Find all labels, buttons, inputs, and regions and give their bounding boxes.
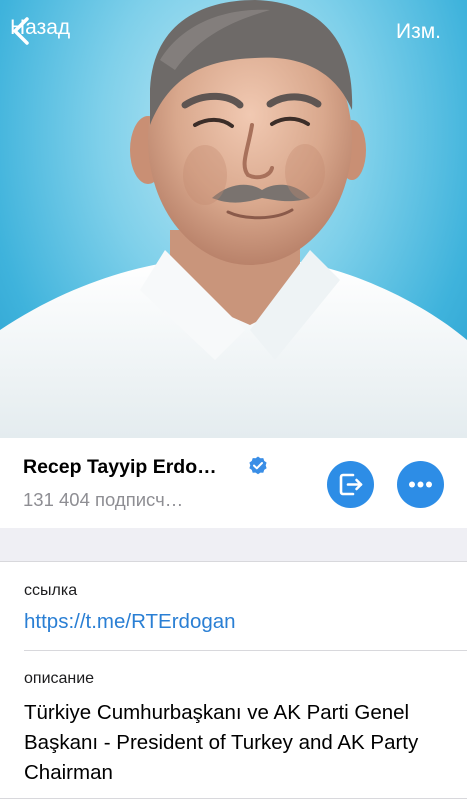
link-label: ссылка: [24, 582, 78, 599]
channel-link[interactable]: https://t.me/RTErdogan: [24, 610, 236, 634]
portrait-photo: [0, 0, 467, 438]
back-button[interactable]: Назад: [10, 16, 70, 45]
section-separator: [0, 528, 467, 562]
verified-badge-icon: [249, 456, 267, 475]
edit-button[interactable]: Изм.: [396, 20, 441, 44]
subscriber-count: 131 404 подписч…: [23, 489, 184, 510]
description-label: описание: [24, 670, 95, 687]
more-icon: [409, 481, 432, 488]
more-options-button[interactable]: [397, 461, 444, 508]
channel-header-photo[interactable]: Назад Изм.: [0, 0, 467, 438]
channel-info-section: ссылка https://t.me/RTErdogan описание T…: [0, 562, 467, 800]
leave-icon: [339, 473, 363, 496]
chevron-left-icon: [13, 17, 29, 45]
divider: [0, 798, 467, 799]
divider: [24, 650, 467, 651]
channel-info-screen: Назад Изм. Recep Tayyip Erdo… 131 404 по…: [0, 0, 467, 800]
channel-profile-row: Recep Tayyip Erdo… 131 404 подписч…: [0, 438, 467, 529]
leave-channel-button[interactable]: [327, 461, 374, 508]
channel-name: Recep Tayyip Erdo…: [23, 456, 217, 478]
channel-description: Türkiye Cumhurbaşkanı ve AK Parti Genel …: [24, 701, 419, 784]
